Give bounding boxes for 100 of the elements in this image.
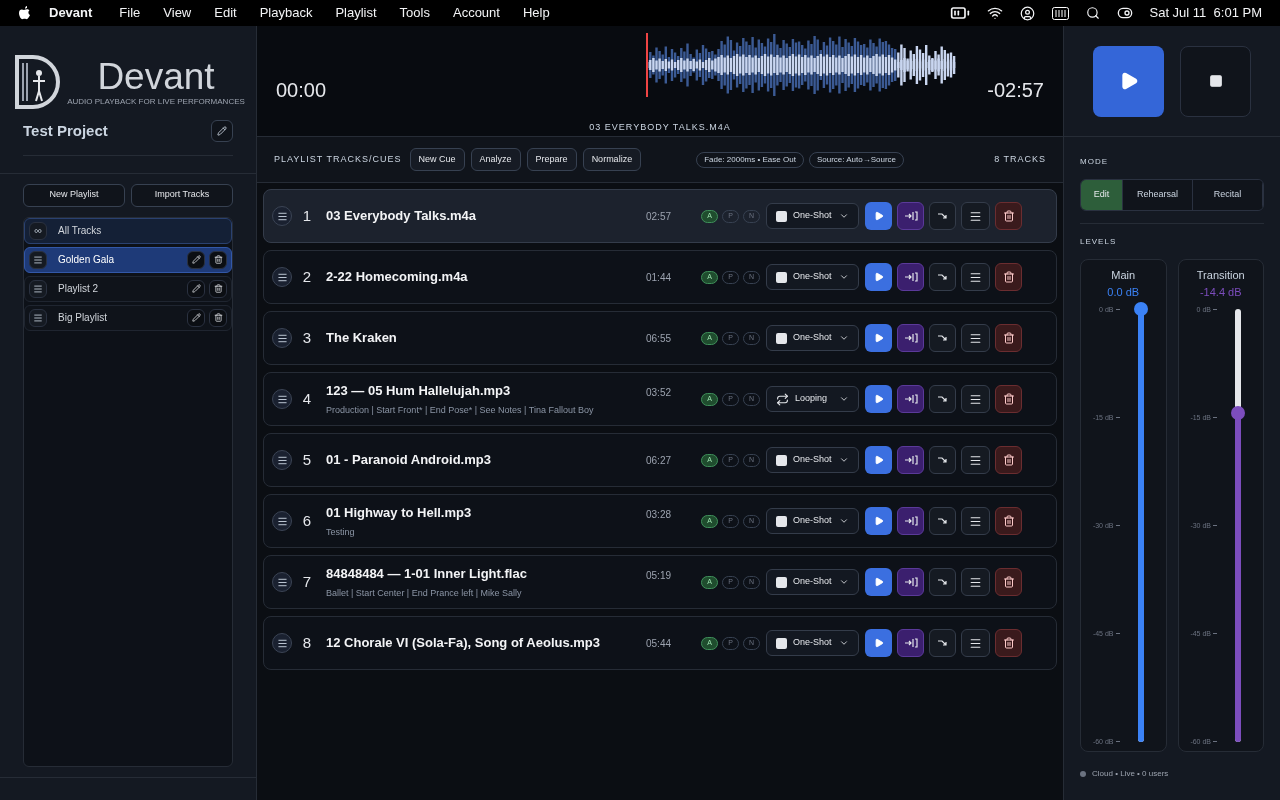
transition-button[interactable] [929, 629, 956, 657]
menu-item[interactable]: Playlist [335, 3, 377, 23]
drag-handle[interactable] [272, 206, 292, 226]
toolbar-button[interactable]: New Cue [409, 148, 465, 171]
options-button[interactable] [961, 263, 990, 291]
drag-handle[interactable] [272, 328, 292, 348]
mode-dropdown[interactable]: One-Shot [766, 508, 859, 534]
delete-button[interactable] [995, 629, 1022, 657]
options-button[interactable] [961, 446, 990, 474]
delete-button[interactable] [995, 507, 1022, 535]
insert-button[interactable] [897, 385, 924, 413]
play-button[interactable] [865, 385, 892, 413]
edit-button[interactable] [187, 308, 205, 327]
fader-thumb[interactable] [1133, 302, 1148, 316]
transition-button[interactable] [929, 324, 956, 352]
menu-item[interactable]: Help [522, 3, 550, 23]
mode-dropdown[interactable]: One-Shot [766, 325, 859, 351]
delete-button[interactable] [995, 446, 1022, 474]
transition-button[interactable] [929, 263, 956, 291]
play-button[interactable] [865, 263, 892, 291]
transition-button[interactable] [929, 385, 956, 413]
play-button[interactable] [865, 629, 892, 657]
mode-dropdown[interactable]: One-Shot [766, 264, 859, 290]
mode-dropdown[interactable]: One-Shot [766, 447, 859, 473]
fader-thumb[interactable] [1231, 405, 1245, 420]
insert-button[interactable] [897, 446, 924, 474]
toolbar-button[interactable]: Prepare [526, 148, 577, 171]
mode-dropdown[interactable]: One-Shot [766, 630, 859, 656]
mode-dropdown[interactable]: One-Shot [766, 569, 859, 595]
pencil-icon [217, 126, 227, 137]
delete-button[interactable] [209, 308, 227, 327]
stop-button[interactable] [1180, 45, 1251, 117]
arrow-into-bracket-icon [903, 577, 918, 587]
drag-handle[interactable] [272, 389, 292, 409]
transition-button[interactable] [929, 507, 956, 535]
sidebar-button[interactable]: Import Tracks [131, 183, 233, 207]
options-button[interactable] [961, 385, 990, 413]
transition-button[interactable] [929, 446, 956, 474]
edit-button[interactable] [187, 279, 205, 298]
nav-item[interactable]: Playlist 2 [24, 275, 232, 302]
transition-button[interactable] [929, 202, 956, 230]
drag-handle[interactable] [272, 450, 292, 470]
menu-item[interactable]: Account [452, 3, 500, 23]
edit-button[interactable] [211, 120, 233, 143]
options-button[interactable] [961, 324, 990, 352]
menu-item[interactable]: Edit [214, 3, 237, 23]
insert-button[interactable] [897, 263, 924, 291]
play-button[interactable] [865, 446, 892, 474]
nav-item[interactable]: Golden Gala [24, 246, 232, 273]
options-button[interactable] [961, 202, 990, 230]
sidebar-button[interactable]: New Playlist [23, 183, 125, 207]
drag-handle[interactable] [272, 633, 292, 653]
track-title: The Kraken [326, 329, 398, 348]
delete-button[interactable] [995, 202, 1022, 230]
menu-item[interactable]: View [163, 3, 192, 23]
delete-button[interactable] [995, 263, 1022, 291]
drag-handle[interactable] [272, 511, 292, 531]
play-button[interactable] [865, 202, 892, 230]
delete-button[interactable] [995, 324, 1022, 352]
play-button[interactable] [1093, 45, 1164, 117]
toolbar-button[interactable]: Analyze [470, 148, 521, 171]
delete-button[interactable] [995, 385, 1022, 413]
wifi-icon[interactable] [986, 5, 1003, 21]
menu-item[interactable]: Tools [399, 3, 430, 23]
mode-dropdown[interactable]: One-Shot [766, 203, 859, 229]
insert-button[interactable] [897, 324, 924, 352]
insert-button[interactable] [897, 568, 924, 596]
search-icon[interactable] [1085, 6, 1100, 20]
mode-dropdown[interactable]: Looping [766, 386, 859, 412]
toolbar-button[interactable]: Normalize [582, 148, 642, 171]
apple-icon[interactable] [18, 6, 30, 20]
edit-button[interactable] [187, 250, 205, 269]
nav-item[interactable]: All Tracks [24, 217, 232, 244]
delete-button[interactable] [209, 250, 227, 269]
insert-button[interactable] [897, 507, 924, 535]
app-menu[interactable]: Devant [49, 3, 93, 23]
delete-button[interactable] [995, 568, 1022, 596]
play-button[interactable] [865, 324, 892, 352]
delete-button[interactable] [209, 279, 227, 298]
drag-handle[interactable] [272, 267, 292, 287]
insert-button[interactable] [897, 629, 924, 657]
play-button[interactable] [865, 507, 892, 535]
track-number: 8 [301, 632, 313, 653]
menu-item[interactable]: File [119, 3, 141, 23]
transition-button[interactable] [929, 568, 956, 596]
control-center-icon[interactable] [1116, 5, 1133, 21]
options-button[interactable] [961, 507, 990, 535]
user-icon[interactable] [1019, 5, 1035, 21]
menu-icon [969, 331, 982, 345]
keyboard-icon[interactable] [1051, 6, 1069, 20]
menu-item[interactable]: Playback [259, 3, 313, 23]
play-button[interactable] [865, 568, 892, 596]
insert-button[interactable] [897, 202, 924, 230]
options-button[interactable] [961, 629, 990, 657]
mode-tab[interactable]: Rehearsal [1123, 180, 1193, 210]
drag-handle[interactable] [272, 572, 292, 592]
nav-item[interactable]: Big Playlist [24, 304, 232, 331]
mode-tab[interactable]: Edit [1081, 180, 1123, 210]
mode-tab[interactable]: Recital [1193, 180, 1263, 210]
options-button[interactable] [961, 568, 990, 596]
